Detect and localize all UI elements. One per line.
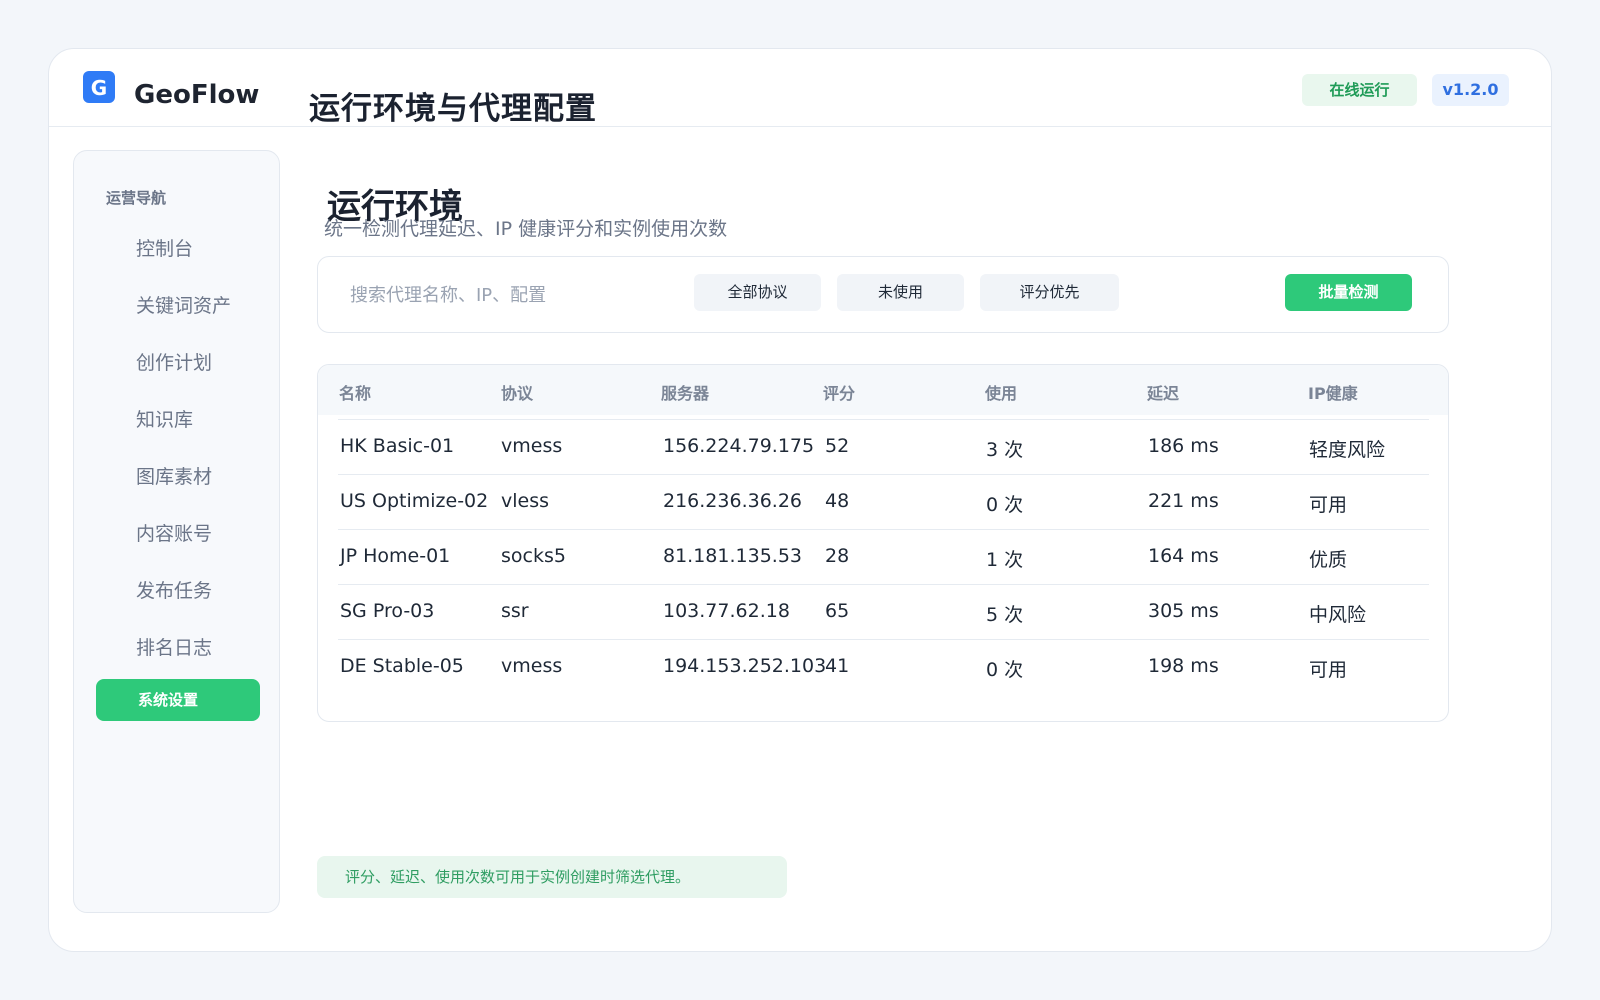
sidebar-item-system-settings[interactable]: 系统设置 <box>96 679 260 721</box>
table-row[interactable]: JP Home-01 socks5 81.181.135.53 28 1 次 1… <box>338 529 1429 585</box>
sidebar-item-content-plan[interactable]: 创作计划 <box>136 348 212 375</box>
sidebar-item-content-accounts[interactable]: 内容账号 <box>136 519 212 546</box>
filter-score-first[interactable]: 评分优先 <box>980 274 1119 311</box>
column-header-score[interactable]: 评分 <box>823 380 855 404</box>
cell-protocol: socks5 <box>501 545 566 567</box>
cell-latency: 164 ms <box>1148 545 1219 567</box>
cell-server: 194.153.252.103 <box>663 655 827 677</box>
sidebar-item-keyword-assets[interactable]: 关键词资产 <box>136 291 231 318</box>
cell-name: DE Stable-05 <box>340 655 464 677</box>
cell-ip-health: 轻度风险 <box>1309 439 1386 461</box>
column-header-name[interactable]: 名称 <box>339 380 371 404</box>
cell-protocol: vless <box>501 490 550 512</box>
filter-all-protocols[interactable]: 全部协议 <box>694 274 821 311</box>
cell-score: 65 <box>825 600 850 622</box>
section-subtitle: 统一检测代理延迟、IP 健康评分和实例使用次数 <box>324 218 728 240</box>
cell-latency: 305 ms <box>1148 600 1219 622</box>
table-header: 名称 协议 服务器 评分 使用 延迟 IP健康 <box>318 365 1448 415</box>
cell-latency: 221 ms <box>1148 490 1219 512</box>
cell-usage: 5 次 <box>986 604 1024 626</box>
batch-check-button[interactable]: 批量检测 <box>1285 274 1412 311</box>
cell-score: 41 <box>825 655 850 677</box>
cell-name: HK Basic-01 <box>340 435 455 457</box>
sidebar-item-dashboard[interactable]: 控制台 <box>136 234 193 261</box>
table-row[interactable]: HK Basic-01 vmess 156.224.79.175 52 3 次 … <box>338 419 1429 475</box>
table-row[interactable]: SG Pro-03 ssr 103.77.62.18 65 5 次 305 ms… <box>338 584 1429 640</box>
sidebar: 运营导航 控制台 关键词资产 创作计划 知识库 图库素材 内容账号 发布任务 排… <box>73 150 280 913</box>
cell-server: 103.77.62.18 <box>663 600 790 622</box>
column-header-ip-health[interactable]: IP健康 <box>1308 380 1358 404</box>
cell-protocol: ssr <box>501 600 529 622</box>
column-header-usage[interactable]: 使用 <box>985 380 1017 404</box>
sidebar-item-knowledge-base[interactable]: 知识库 <box>136 405 193 432</box>
sidebar-item-image-library[interactable]: 图库素材 <box>136 462 212 489</box>
cell-server: 156.224.79.175 <box>663 435 815 457</box>
cell-usage: 0 次 <box>986 494 1024 516</box>
cell-score: 52 <box>825 435 850 457</box>
table-row[interactable]: US Optimize-02 vless 216.236.36.26 48 0 … <box>338 474 1429 530</box>
cell-usage: 1 次 <box>986 549 1024 571</box>
cell-name: JP Home-01 <box>340 545 451 567</box>
cell-ip-health: 中风险 <box>1309 604 1367 626</box>
cell-usage: 0 次 <box>986 659 1024 681</box>
cell-score: 28 <box>825 545 850 567</box>
sidebar-item-publish-tasks[interactable]: 发布任务 <box>136 576 212 603</box>
cell-server: 81.181.135.53 <box>663 545 803 567</box>
cell-protocol: vmess <box>501 655 563 677</box>
top-header: G GeoFlow 运行环境与代理配置 在线运行 v1.2.0 <box>49 49 1551 127</box>
column-header-server[interactable]: 服务器 <box>661 380 709 404</box>
column-header-latency[interactable]: 延迟 <box>1147 380 1179 404</box>
info-note: 评分、延迟、使用次数可用于实例创建时筛选代理。 <box>317 856 787 898</box>
table-row[interactable]: DE Stable-05 vmess 194.153.252.103 41 0 … <box>338 639 1429 695</box>
proxy-table: 名称 协议 服务器 评分 使用 延迟 IP健康 HK Basic-01 vmes… <box>317 364 1449 722</box>
cell-score: 48 <box>825 490 850 512</box>
cell-protocol: vmess <box>501 435 563 457</box>
sidebar-heading: 运营导航 <box>106 189 167 207</box>
sidebar-item-ranking-logs[interactable]: 排名日志 <box>136 633 212 660</box>
cell-name: US Optimize-02 <box>340 490 489 512</box>
app-window: G GeoFlow 运行环境与代理配置 在线运行 v1.2.0 运营导航 控制台… <box>48 48 1552 952</box>
app-logo-icon[interactable]: G <box>83 71 115 103</box>
status-badge: 在线运行 <box>1302 74 1417 106</box>
page-title: 运行环境与代理配置 <box>309 91 597 127</box>
brand-name[interactable]: GeoFlow <box>134 80 259 110</box>
search-input[interactable] <box>334 273 706 317</box>
cell-server: 216.236.36.26 <box>663 490 803 512</box>
cell-ip-health: 可用 <box>1309 494 1348 516</box>
cell-latency: 198 ms <box>1148 655 1219 677</box>
filter-toolbar: 全部协议 未使用 评分优先 批量检测 <box>317 256 1449 333</box>
cell-name: SG Pro-03 <box>340 600 435 622</box>
version-badge: v1.2.0 <box>1432 74 1509 106</box>
filter-unused[interactable]: 未使用 <box>837 274 964 311</box>
column-header-protocol[interactable]: 协议 <box>501 380 533 404</box>
cell-ip-health: 可用 <box>1309 659 1348 681</box>
cell-ip-health: 优质 <box>1309 549 1348 571</box>
cell-usage: 3 次 <box>986 439 1024 461</box>
cell-latency: 186 ms <box>1148 435 1219 457</box>
